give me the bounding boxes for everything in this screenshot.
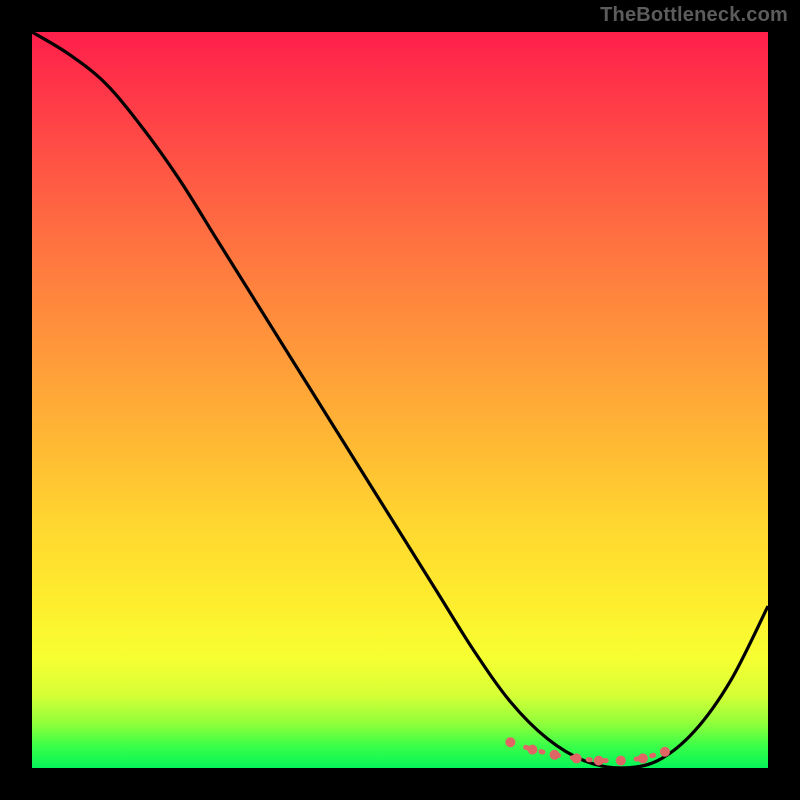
bottleneck-curve <box>32 32 768 768</box>
optimal-range-dot <box>505 737 515 747</box>
plot-area <box>32 32 768 768</box>
optimal-range-dot <box>638 753 648 763</box>
curve-svg <box>32 32 768 768</box>
chart-frame: TheBottleneck.com <box>0 0 800 800</box>
optimal-range-dot <box>616 756 626 766</box>
optimal-range-dot <box>572 753 582 763</box>
optimal-range-dot <box>660 747 670 757</box>
watermark-text: TheBottleneck.com <box>600 4 788 27</box>
optimal-range-dot <box>527 745 537 755</box>
optimal-range-dot <box>550 750 560 760</box>
optimal-markers <box>505 737 670 765</box>
optimal-range-dot <box>594 756 604 766</box>
